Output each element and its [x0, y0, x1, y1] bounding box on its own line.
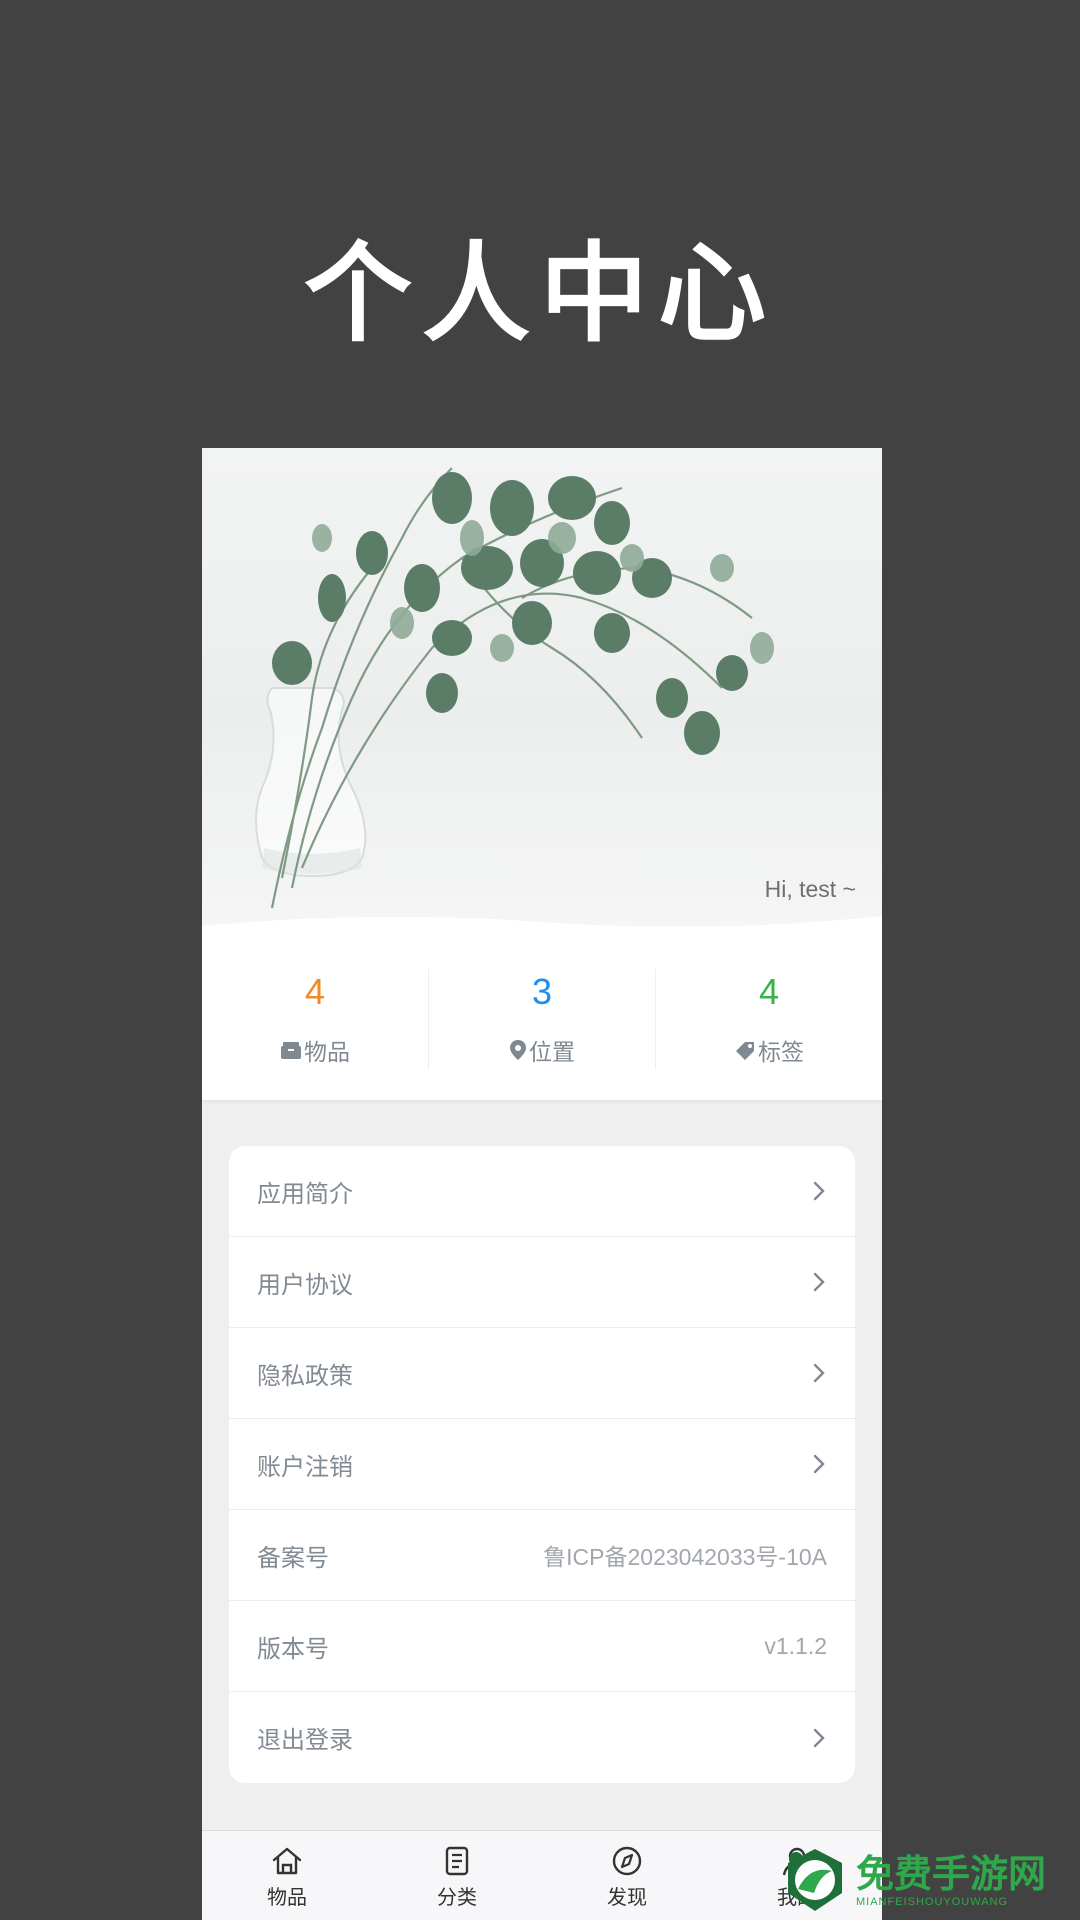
chevron-right-icon: [813, 1728, 825, 1747]
menu-logout[interactable]: 退出登录: [229, 1692, 855, 1783]
chevron-right-icon: [813, 1363, 825, 1383]
menu-label: 用户协议: [257, 1270, 353, 1299]
stats-bar: 4 物品 3 位置 4 标签: [202, 938, 882, 1100]
box-icon: [281, 1042, 301, 1059]
document-icon: [445, 1846, 469, 1876]
profile-banner: Hi, test ~: [202, 448, 882, 940]
menu-label: 隐私政策: [257, 1361, 353, 1390]
menu-label: 应用简介: [257, 1179, 353, 1208]
tab-label: 物品: [267, 1885, 307, 1909]
phone-screen: Hi, test ~ 4 物品 3 位置 4 标签 应用简介 用户协议 隐私政策…: [202, 448, 882, 1920]
stat-items-count: 4: [304, 971, 326, 1012]
menu-label: 退出登录: [257, 1726, 353, 1754]
tab-categories[interactable]: 分类: [372, 1831, 542, 1920]
menu-app-intro[interactable]: 应用简介: [229, 1146, 855, 1237]
compass-icon: [612, 1846, 642, 1876]
tab-items[interactable]: 物品: [202, 1831, 372, 1920]
watermark-logo-icon: [788, 1849, 842, 1911]
menu-version: 版本号 v1.1.2: [229, 1601, 855, 1692]
menu-label: 版本号: [257, 1634, 329, 1663]
stat-tags-count: 4: [758, 971, 780, 1012]
tab-discover[interactable]: 发现: [542, 1831, 712, 1920]
menu-icp-record: 备案号 鲁ICP备2023042033号-10A: [229, 1510, 855, 1601]
stat-items-caption: 物品: [280, 1033, 350, 1067]
watermark-sub-text: MIANFEISHOUYOUWANG: [856, 1896, 1009, 1908]
greeting-text: Hi, test ~: [764, 876, 856, 902]
location-pin-icon: [510, 1040, 526, 1060]
stat-tags-label: 标签: [758, 1040, 804, 1066]
stat-items-label: 物品: [304, 1040, 350, 1066]
menu-account-deletion[interactable]: 账户注销: [229, 1419, 855, 1510]
chevron-right-icon: [813, 1454, 825, 1474]
tab-label: 分类: [437, 1885, 477, 1909]
icp-number: 鲁ICP备2023042033号-10A: [543, 1544, 827, 1570]
menu-label: 账户注销: [257, 1452, 353, 1481]
site-watermark: 免费手游网 MIANFEISHOUYOUWANG: [780, 1840, 1080, 1920]
chevron-right-icon: [813, 1181, 825, 1201]
menu-label: 备案号: [257, 1543, 329, 1572]
watermark-main-text: 免费手游网: [856, 1851, 1047, 1896]
home-icon: [272, 1847, 302, 1875]
plant-vase-illustration: [202, 467, 882, 940]
version-number: v1.1.2: [764, 1632, 827, 1659]
menu-privacy-policy[interactable]: 隐私政策: [229, 1328, 855, 1419]
stat-locations-label: 位置: [529, 1040, 575, 1066]
settings-menu: 应用简介 用户协议 隐私政策 账户注销 备案号 鲁ICP备2023042033号…: [229, 1146, 855, 1783]
menu-user-agreement[interactable]: 用户协议: [229, 1237, 855, 1328]
chevron-right-icon: [813, 1272, 825, 1292]
stat-locations-caption: 位置: [509, 1033, 575, 1067]
stat-tags[interactable]: 4 标签: [656, 969, 882, 1069]
stat-locations[interactable]: 3 位置: [429, 969, 656, 1069]
stat-items[interactable]: 4 物品: [202, 969, 429, 1069]
tab-label: 发现: [607, 1885, 647, 1909]
page-heading: 个人中心: [303, 232, 776, 357]
stat-locations-count: 3: [531, 971, 553, 1012]
tag-icon: [736, 1042, 754, 1060]
stat-tags-caption: 标签: [734, 1033, 804, 1067]
